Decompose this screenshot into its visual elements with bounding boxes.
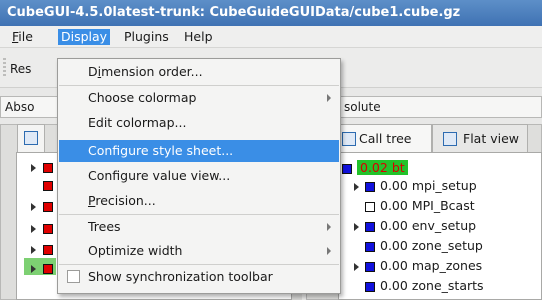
root-value-highlight: 0.02 bt: [357, 160, 408, 175]
menu-separator: [59, 85, 339, 86]
row-label: map_zones: [411, 258, 483, 273]
menu-item-edit-colormap[interactable]: Edit colormap...: [59, 112, 339, 134]
menu-help[interactable]: Help: [181, 29, 216, 45]
expand-arrow-icon[interactable]: [31, 265, 36, 273]
expand-arrow-icon[interactable]: [354, 262, 359, 271]
tree-view-icon: [24, 131, 38, 145]
expand-arrow-icon[interactable]: [31, 203, 36, 211]
window-title: CubeGUI-4.5.0latest-trunk: CubeGuideGUID…: [0, 0, 542, 26]
menu-item-configure-value-view[interactable]: Configure value view...: [59, 165, 339, 187]
menu-item-label: Configure style sheet...: [88, 143, 234, 158]
row-label: zone_starts: [411, 278, 484, 293]
severity-blue-icon: [365, 181, 375, 192]
menu-item-trees[interactable]: Trees: [59, 216, 339, 238]
severity-blue-icon: [365, 221, 375, 232]
menubar: File Display Plugins Help: [0, 26, 542, 48]
call-tree-icon: [342, 132, 356, 146]
severity-red-icon: [43, 245, 53, 255]
menu-separator: [59, 214, 339, 215]
tree-row[interactable]: 0.00 zone_setup: [365, 237, 483, 255]
expand-arrow-icon[interactable]: [354, 182, 359, 191]
severity-red-icon: [43, 264, 53, 274]
menu-item-label: D: [88, 64, 98, 79]
tab-flat-view[interactable]: Flat view: [432, 124, 528, 152]
menu-item-label: mension order...: [101, 64, 203, 79]
row-label: mpi_setup: [411, 178, 477, 193]
menu-item-dimension-order[interactable]: Dimension order...: [59, 61, 339, 83]
root-value: 0.02: [360, 160, 388, 175]
severity-blue-icon: [365, 261, 375, 272]
row-label: MPI_Bcast: [411, 198, 475, 213]
severity-blue-icon: [365, 281, 375, 292]
menu-item-optimize-width[interactable]: Optimize width: [59, 240, 339, 262]
menu-item-label: recision...: [95, 193, 156, 208]
tree-row[interactable]: 0.00 MPI_Bcast: [365, 197, 475, 215]
submenu-arrow-icon: [327, 247, 331, 255]
toolbar-grip[interactable]: [3, 58, 6, 76]
tab-call-tree[interactable]: Call tree: [338, 124, 432, 152]
display-menu: Dimension order... Choose colormap Edit …: [57, 58, 341, 294]
tab-flat-view-label: Flat view: [463, 131, 519, 146]
menu-item-show-sync-toolbar[interactable]: Show synchronization toolbar: [59, 266, 339, 288]
expand-arrow-icon[interactable]: [354, 222, 359, 231]
tree-row[interactable]: 0.00 map_zones: [354, 257, 482, 275]
menu-separator: [59, 264, 339, 265]
flat-view-icon: [443, 132, 457, 146]
row-value: 0.00: [380, 238, 408, 253]
expand-arrow-icon[interactable]: [31, 246, 36, 254]
submenu-arrow-icon: [327, 94, 331, 102]
metric-value-mode-combo[interactable]: Abso: [0, 96, 58, 118]
menu-item-label: Show synchronization toolbar: [88, 269, 273, 284]
calltree-value-mode-combo[interactable]: solute: [339, 96, 542, 118]
severity-red-icon: [43, 202, 53, 212]
expand-arrow-icon[interactable]: [31, 164, 36, 172]
tree-row[interactable]: 0.00 env_setup: [354, 217, 476, 235]
menu-item-configure-style-sheet[interactable]: Configure style sheet...: [59, 140, 339, 162]
severity-red-icon: [43, 181, 53, 191]
row-value: 0.00: [380, 218, 408, 233]
row-value: 0.00: [380, 278, 408, 293]
row-value: 0.00: [380, 178, 408, 193]
severity-blue-icon: [342, 163, 352, 174]
row-value: 0.00: [380, 258, 408, 273]
row-label: zone_setup: [411, 238, 483, 253]
menu-plugins[interactable]: Plugins: [121, 29, 172, 45]
menu-item-precision[interactable]: Precision...: [59, 190, 339, 212]
menu-item-label: Configure value view...: [88, 168, 231, 183]
menu-item-label: Optimize width: [88, 243, 183, 258]
root-label: bt: [391, 160, 405, 175]
severity-blue-icon: [365, 241, 375, 252]
menu-item-label: Edit colormap...: [88, 115, 187, 130]
menu-file[interactable]: File: [9, 29, 36, 45]
menu-item-choose-colormap[interactable]: Choose colormap: [59, 87, 339, 109]
row-label: env_setup: [411, 218, 477, 233]
tab-call-tree-label: Call tree: [359, 131, 412, 146]
toolbar-button-partial[interactable]: Res: [10, 62, 31, 76]
checkbox-icon[interactable]: [67, 270, 80, 283]
menu-item-label: Choose colormap: [88, 90, 197, 105]
tree-row[interactable]: 0.00 mpi_setup: [354, 177, 477, 195]
submenu-arrow-icon: [327, 223, 331, 231]
severity-red-icon: [43, 224, 53, 234]
severity-red-icon: [43, 163, 53, 173]
menu-item-label: Trees: [88, 219, 121, 234]
tree-row-root[interactable]: 0.02 bt: [342, 159, 408, 177]
tree-row[interactable]: 0.00 zone_starts: [365, 277, 484, 295]
metric-tree-tab[interactable]: [17, 124, 45, 152]
row-value: 0.00: [380, 198, 408, 213]
severity-white-icon: [365, 201, 375, 212]
expand-arrow-icon[interactable]: [31, 225, 36, 233]
menu-display[interactable]: Display: [58, 29, 111, 45]
